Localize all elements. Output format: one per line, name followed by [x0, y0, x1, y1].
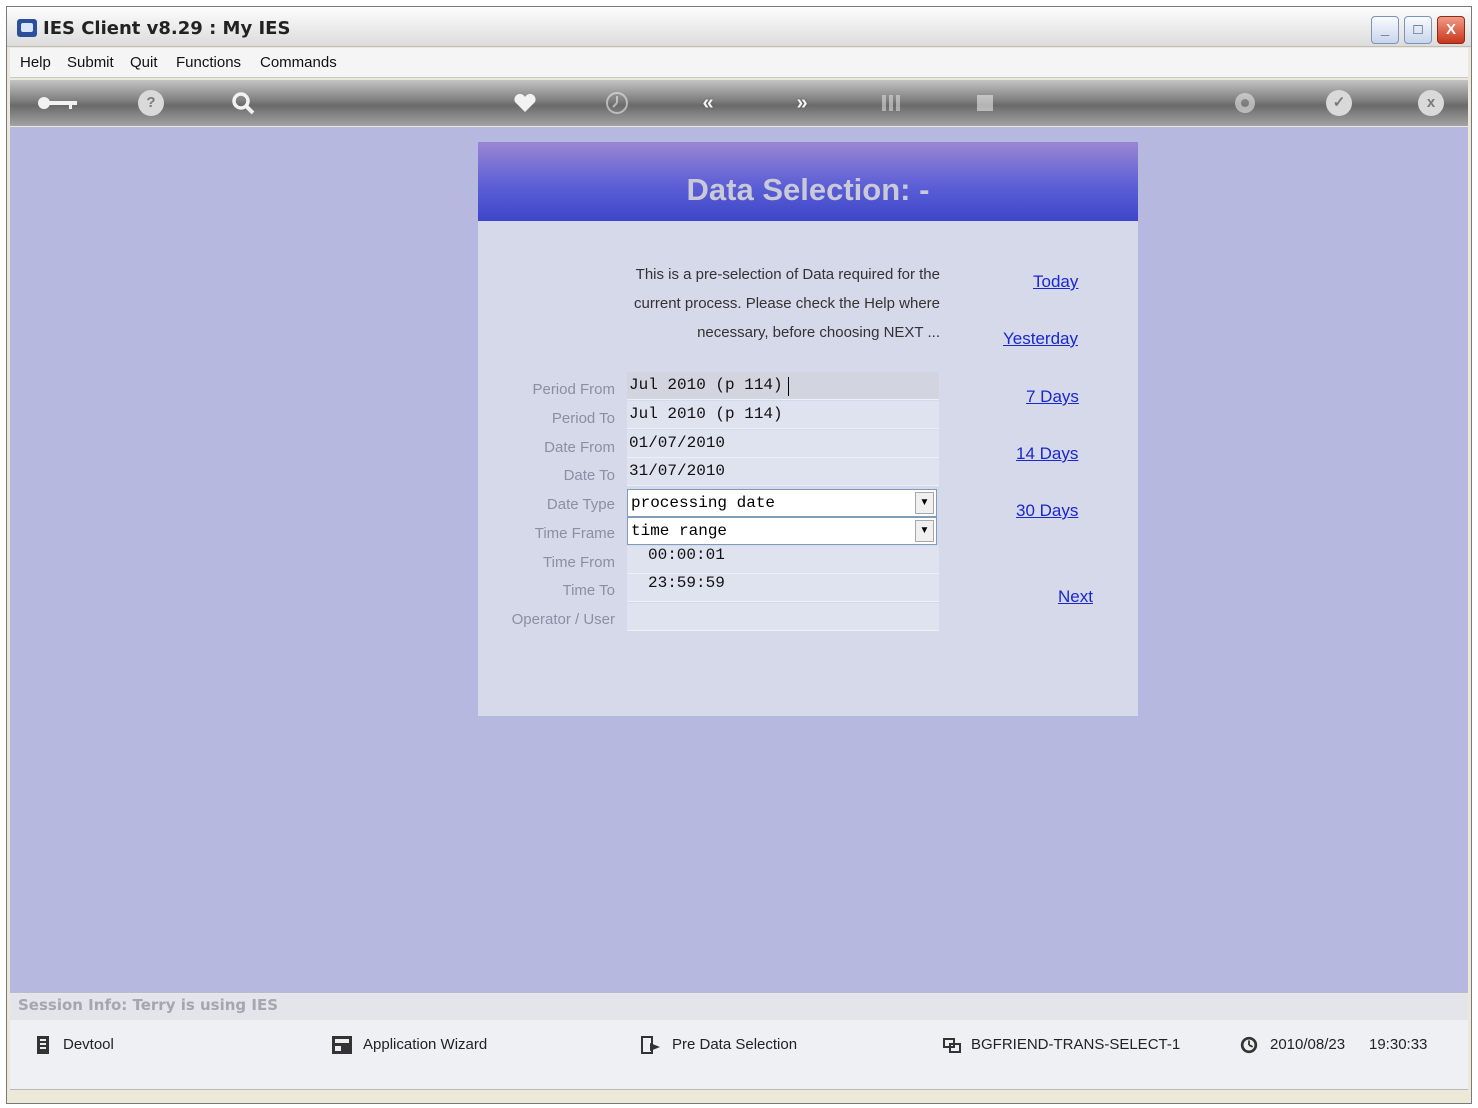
- toolbar: ? « » ✓ x: [10, 80, 1468, 126]
- close-icon[interactable]: x: [1418, 90, 1444, 116]
- pre-data-selection-icon: [641, 1036, 660, 1054]
- time-frame-label: Time Frame: [534, 525, 615, 542]
- chevron-down-icon[interactable]: ▼: [915, 492, 934, 514]
- period-to-field[interactable]: Jul 2010 (p 114): [627, 401, 939, 429]
- period-from-value: Jul 2010 (p 114): [629, 376, 783, 394]
- chevron-down-icon[interactable]: ▼: [915, 520, 934, 542]
- check-icon[interactable]: ✓: [1326, 90, 1352, 116]
- period-to-label: Period To: [551, 410, 615, 427]
- time-to-field[interactable]: 23:59:59: [627, 574, 939, 602]
- operator-user-field[interactable]: [627, 603, 939, 631]
- next-link[interactable]: Next: [1058, 587, 1093, 607]
- intro-text-line-2: current process. Please check the Help w…: [634, 295, 940, 312]
- period-from-field[interactable]: Jul 2010 (p 114): [627, 372, 939, 400]
- time-frame-value: time range: [631, 522, 728, 540]
- menu-submit[interactable]: Submit: [67, 54, 114, 71]
- pre-data-selection-button[interactable]: Pre Data Selection: [672, 1036, 797, 1053]
- intro-text-line-1: This is a pre-selection of Data required…: [635, 266, 940, 283]
- 14-days-link[interactable]: 14 Days: [1016, 444, 1078, 464]
- clock-status-icon: [1240, 1036, 1258, 1054]
- menu-bar: Help Submit Quit Functions Commands: [10, 48, 1468, 78]
- menu-help[interactable]: Help: [20, 54, 51, 71]
- date-to-label: Date To: [563, 467, 615, 484]
- time-from-field[interactable]: 00:00:01: [627, 546, 939, 574]
- search-icon[interactable]: [230, 90, 256, 116]
- application-wizard-button[interactable]: Application Wizard: [363, 1036, 487, 1053]
- program-icon: [943, 1038, 961, 1053]
- panel-title: Data Selection: -: [686, 172, 930, 207]
- menu-functions[interactable]: Functions: [176, 54, 241, 71]
- help-icon[interactable]: ?: [138, 90, 164, 116]
- operator-user-label: Operator / User: [511, 611, 615, 628]
- recycle-icon[interactable]: [1232, 90, 1258, 116]
- devtool-icon: [37, 1036, 49, 1054]
- date-type-label: Date Type: [546, 496, 615, 513]
- menu-quit[interactable]: Quit: [130, 54, 158, 71]
- period-from-label: Period From: [532, 381, 615, 398]
- text-caret: [788, 377, 789, 396]
- session-info-text: Session Info: Terry is using IES: [18, 996, 279, 1014]
- minimize-button[interactable]: _: [1371, 16, 1399, 44]
- app-icon: [17, 19, 37, 37]
- date-type-value: processing date: [631, 494, 776, 512]
- date-to-value: 31/07/2010: [629, 462, 726, 480]
- today-link[interactable]: Today: [1033, 272, 1078, 292]
- 30-days-link[interactable]: 30 Days: [1016, 501, 1078, 521]
- time-from-label: Time From: [543, 554, 615, 571]
- date-from-field[interactable]: 01/07/2010: [627, 430, 939, 458]
- 7-days-link[interactable]: 7 Days: [1026, 387, 1079, 407]
- rewind-icon[interactable]: «: [695, 90, 721, 116]
- status-time: 19:30:33: [1369, 1036, 1428, 1053]
- maximize-button[interactable]: □: [1404, 16, 1432, 44]
- time-from-value: 00:00:01: [648, 546, 725, 564]
- date-type-select[interactable]: processing date ▼: [627, 489, 937, 517]
- grid-icon[interactable]: [972, 90, 998, 116]
- date-from-label: Date From: [544, 439, 615, 456]
- time-to-value: 23:59:59: [648, 574, 725, 592]
- period-to-value: Jul 2010 (p 114): [629, 405, 783, 423]
- data-selection-panel: Data Selection: - This is a pre-selectio…: [478, 142, 1138, 716]
- workspace: Data Selection: - This is a pre-selectio…: [10, 127, 1468, 993]
- session-info-bar: Session Info: Terry is using IES: [10, 994, 1468, 1020]
- yesterday-link[interactable]: Yesterday: [1003, 329, 1078, 349]
- application-wizard-icon: [332, 1036, 352, 1054]
- columns-icon[interactable]: [878, 90, 904, 116]
- fast-forward-icon[interactable]: »: [789, 90, 815, 116]
- clock-icon[interactable]: [604, 90, 630, 116]
- date-from-value: 01/07/2010: [629, 434, 726, 452]
- key-icon[interactable]: [35, 90, 81, 116]
- time-frame-select[interactable]: time range ▼: [627, 517, 937, 545]
- heart-icon[interactable]: [512, 90, 538, 116]
- intro-text-line-3: necessary, before choosing NEXT ...: [697, 324, 940, 341]
- status-date: 2010/08/23: [1270, 1036, 1346, 1053]
- title-bar: IES Client v8.29 : My IES _ □ X: [7, 7, 1471, 47]
- time-to-label: Time To: [562, 582, 615, 599]
- panel-header: Data Selection: -: [478, 142, 1138, 221]
- window-title: IES Client v8.29 : My IES: [43, 18, 291, 39]
- devtool-button[interactable]: Devtool: [63, 1036, 114, 1053]
- program-name: BGFRIEND-TRANS-SELECT-1: [971, 1036, 1181, 1053]
- close-window-button[interactable]: X: [1437, 16, 1465, 44]
- menu-commands[interactable]: Commands: [260, 54, 337, 71]
- status-bar: Devtool Application Wizard Pre Data Sele…: [10, 1020, 1468, 1090]
- application-window: IES Client v8.29 : My IES _ □ X Help Sub…: [6, 6, 1472, 1104]
- date-to-field[interactable]: 31/07/2010: [627, 458, 939, 486]
